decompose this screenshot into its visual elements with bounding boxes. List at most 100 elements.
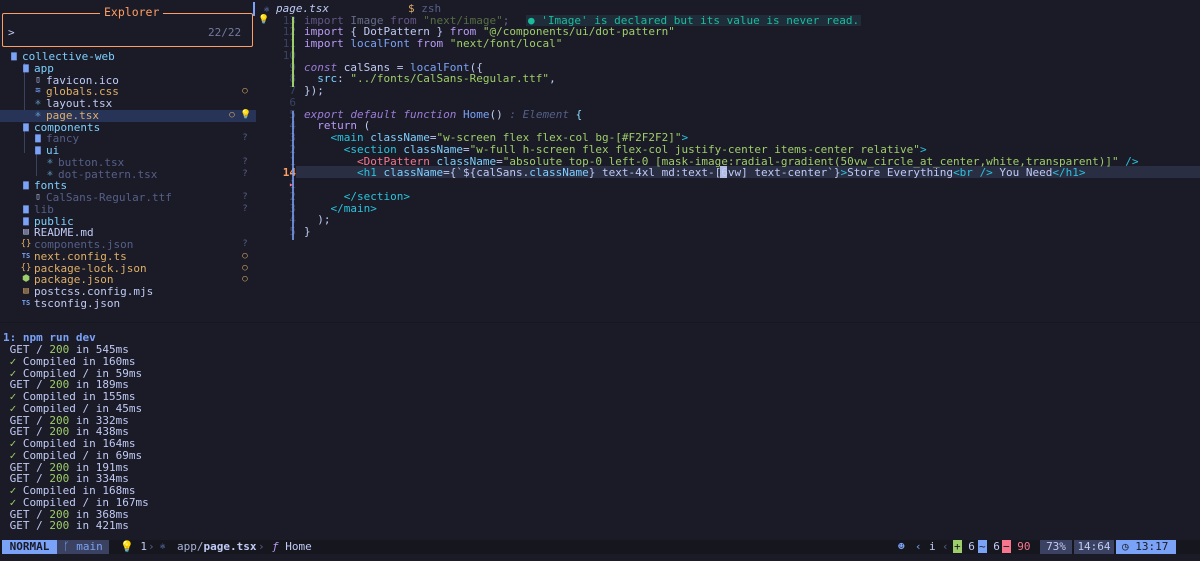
css-icon: ≋: [35, 86, 41, 97]
info-indicator: i: [929, 540, 936, 553]
removed-count: 90: [1017, 540, 1031, 553]
git-status-badge: ?: [242, 156, 248, 167]
react-icon: ⚛: [35, 109, 41, 120]
tree-item-globals-css[interactable]: ≋ globals.css ○: [0, 86, 256, 98]
brace: {: [575, 107, 583, 121]
chevron-left-icon: ‹: [942, 540, 949, 553]
git-status-badge: ?: [242, 239, 248, 249]
editor-pane: ⚛ page.tsx $ zsh 13 import Image from "ne…: [256, 0, 1200, 322]
clock-time: 13:17: [1135, 540, 1169, 553]
tree-item-button-tsx[interactable]: ⚛ button.tsx?: [0, 156, 256, 169]
tree-item-components[interactable]: ▆ components: [0, 121, 256, 134]
git-removed: − 90: [1002, 540, 1031, 554]
code-action-lightbulb[interactable]: 💡 1: [120, 540, 147, 554]
tree-item-page-tsx[interactable]: ⚛ page.tsx ○ 💡: [0, 109, 256, 122]
explorer-match-count: 22/22: [208, 26, 242, 39]
explorer-filter-input[interactable]: >: [8, 27, 15, 39]
modified-icon: ~: [978, 540, 987, 553]
tree-item-label: next.config.ts: [34, 249, 127, 263]
tree-item-label: tsconfig.json: [34, 296, 121, 310]
tree-item-favicon-ico[interactable]: ▯ favicon.ico: [0, 74, 256, 87]
react-icon: ⚛: [160, 542, 166, 552]
diagnostic-hint: ● 'Image' is declared but its value is n…: [526, 13, 862, 27]
ts-icon: TS: [21, 298, 31, 307]
scroll-percent: 73%: [1040, 540, 1072, 554]
inlay-hint: : Element: [502, 107, 576, 121]
cursor-position: 14:64: [1074, 540, 1114, 554]
minus-icon: −: [1002, 540, 1011, 553]
plus-icon: +: [953, 540, 962, 553]
line-number: 6: [289, 95, 296, 109]
lightbulb-count: 1: [140, 540, 147, 553]
tree-item-label: lib: [34, 202, 54, 216]
mode-indicator: NORMAL: [2, 540, 57, 554]
clock-icon: ◷: [1122, 540, 1129, 553]
tree-item-ui[interactable]: ▆ ui: [0, 145, 256, 157]
code-line[interactable]: import localFont from "next/font/local": [304, 38, 562, 50]
tree-item-layout-tsx[interactable]: ⚛ layout.tsx: [0, 98, 256, 110]
react-icon: ⚛: [47, 156, 53, 167]
git-deleted-marker: ▸: [289, 180, 294, 189]
folder-open-icon: ▆: [23, 180, 29, 191]
json-icon: {}: [20, 239, 32, 249]
file-icon: ▯: [35, 74, 41, 85]
tree-item-lib[interactable]: ▆ lib?: [0, 202, 256, 216]
terminal-pane[interactable]: 1: npm run dev GET / 200 in 545ms ✓ Comp…: [0, 322, 1200, 541]
code-line[interactable]: <h1 className={`${calSans.className} tex…: [304, 167, 1086, 179]
breadcrumb-symbol[interactable]: ƒ Home: [272, 540, 312, 554]
git-status-badge: ?: [242, 192, 248, 202]
terminal-line: GET / 200 in 421ms: [3, 519, 129, 533]
json-icon: {}: [20, 262, 32, 273]
status-bar: NORMAL ᚴ main 💡 1 › ⚛ app/page.tsx › ƒ H…: [0, 540, 1200, 554]
tree-item-app[interactable]: ▆ app: [0, 61, 256, 75]
code-line[interactable]: }: [304, 226, 311, 238]
folder-open-icon: ▆: [35, 145, 41, 155]
git-added-marker: [292, 16, 294, 87]
nav-left[interactable]: ‹: [915, 540, 922, 554]
git-added: + 6: [953, 540, 975, 554]
file-explorer: Explorer > 22/22 ▆ collective-web ▆ app ▯ fav…: [0, 0, 256, 322]
js-icon: ▤: [23, 286, 29, 296]
tree-item-fancy[interactable]: ▆ fancy?: [0, 133, 256, 145]
code-line[interactable]: src: "../fonts/CalSans-Regular.ttf",: [304, 73, 555, 85]
breadcrumb-symbol-label: Home: [285, 540, 312, 553]
copilot-icon[interactable]: ☻: [898, 540, 905, 554]
markdown-icon: ▤: [23, 227, 29, 238]
react-icon: ⚛: [264, 5, 270, 15]
tree-item-label: app: [34, 61, 54, 75]
breadcrumb[interactable]: app/page.tsx: [177, 540, 256, 554]
git-status-badge: ○: [229, 109, 235, 120]
code-line[interactable]: });: [304, 85, 324, 97]
tree-item-next-config-ts[interactable]: TS next.config.ts ○: [0, 249, 256, 263]
chevron-right-icon: ›: [258, 540, 265, 553]
lightbulb-icon: 💡: [240, 109, 252, 120]
added-count: 6: [968, 540, 975, 553]
git-status-badge: ?: [242, 203, 248, 214]
folder-icon: ▆: [35, 133, 41, 144]
git-status-badge: ○: [242, 86, 248, 97]
breadcrumb-dir: app/: [177, 540, 204, 553]
chevron-right-icon: ›: [148, 540, 155, 553]
folder-icon: ▆: [23, 215, 29, 226]
branch-icon: ᚴ: [63, 540, 70, 553]
git-status-badge: ?: [242, 133, 248, 144]
git-status-badge: ○: [242, 262, 248, 273]
git-branch[interactable]: ᚴ main: [57, 540, 109, 554]
tree-item-tsconfig-json[interactable]: TS tsconfig.json: [0, 296, 256, 310]
git-status-badge: ○: [242, 274, 248, 285]
breadcrumb-file: page.tsx: [203, 540, 257, 553]
active-tab-indicator: [253, 2, 255, 16]
git-status-badge: ?: [242, 168, 248, 179]
terminal-line: ✓ Compiled / in 167ms: [9, 495, 149, 509]
git-changed-marker: [292, 110, 294, 240]
folder-open-icon: ▆: [11, 51, 17, 61]
branch-name: main: [76, 540, 103, 553]
function-icon: ƒ: [272, 540, 279, 553]
git-status-badge: ○: [242, 250, 248, 261]
tree-item-label: dot-pattern.tsx: [58, 167, 158, 181]
folder-open-icon: ▆: [23, 62, 29, 73]
tree-item-label: CalSans-Regular.ttf: [46, 191, 172, 204]
terminal-line: ✓ Compiled / in 69ms: [9, 448, 143, 462]
git-changed: ~ 6: [978, 540, 1000, 554]
lightbulb-icon[interactable]: 💡: [258, 15, 269, 27]
